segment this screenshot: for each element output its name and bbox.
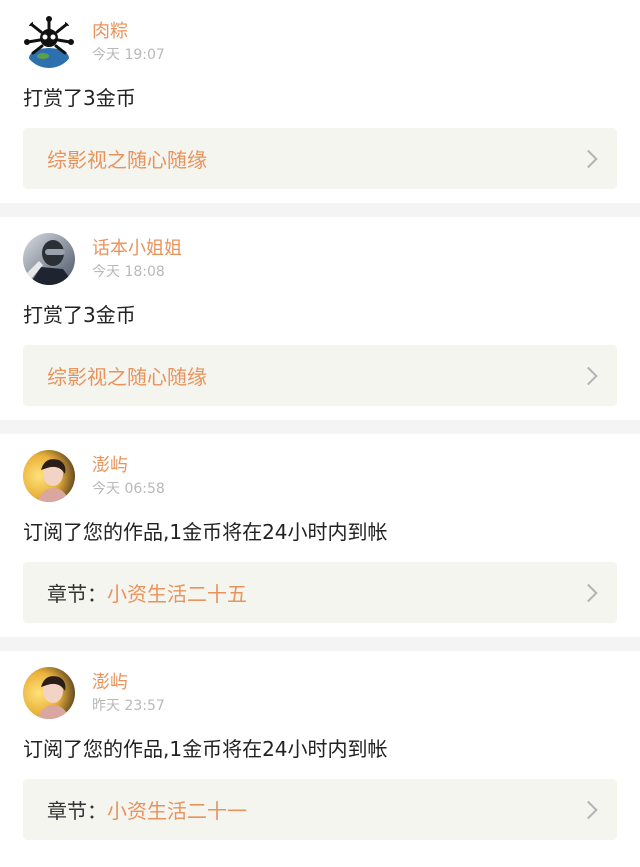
chevron-right-icon bbox=[579, 366, 598, 385]
link-title: 综影视之随心随缘 bbox=[47, 148, 207, 172]
chapter-link[interactable]: 章节： 小资生活二十五 bbox=[23, 562, 617, 623]
avatar[interactable] bbox=[23, 667, 75, 719]
notification-message: 打赏了3金币 bbox=[23, 303, 136, 327]
notification-message: 订阅了您的作品,1金币将在24小时内到帐 bbox=[23, 520, 388, 544]
timestamp: 今天 06:58 bbox=[92, 481, 165, 497]
avatar[interactable] bbox=[23, 16, 75, 68]
work-link[interactable]: 综影视之随心随缘 bbox=[23, 128, 617, 189]
username[interactable]: 澎屿 bbox=[92, 671, 165, 695]
chevron-right-icon bbox=[579, 800, 598, 819]
notification-header: 肉粽 今天 19:07 bbox=[23, 14, 617, 70]
link-prefix: 章节： bbox=[47, 799, 107, 823]
notification-header: 话本小姐姐 今天 18:08 bbox=[23, 231, 617, 287]
username[interactable]: 澎屿 bbox=[92, 454, 165, 478]
notification-item: 话本小姐姐 今天 18:08 打赏了3金币 综影视之随心随缘 bbox=[0, 217, 640, 420]
separator bbox=[0, 637, 640, 651]
chevron-right-icon bbox=[579, 583, 598, 602]
notification-header: 澎屿 今天 06:58 bbox=[23, 448, 617, 504]
username[interactable]: 肉粽 bbox=[92, 20, 165, 44]
notification-message: 打赏了3金币 bbox=[23, 86, 136, 110]
timestamp: 今天 18:08 bbox=[92, 264, 165, 280]
notification-item: 肉粽 今天 19:07 打赏了3金币 综影视之随心随缘 bbox=[0, 0, 640, 203]
notification-feed: 肉粽 今天 19:07 打赏了3金币 综影视之随心随缘 话本小姐姐 今天 18:… bbox=[0, 0, 640, 854]
link-title: 小资生活二十一 bbox=[107, 799, 247, 823]
separator bbox=[0, 203, 640, 217]
chapter-link[interactable]: 章节： 小资生活二十一 bbox=[23, 779, 617, 840]
chevron-right-icon bbox=[579, 149, 598, 168]
notification-header: 澎屿 昨天 23:57 bbox=[23, 665, 617, 721]
notification-item: 澎屿 今天 06:58 订阅了您的作品,1金币将在24小时内到帐 章节： 小资生… bbox=[0, 434, 640, 637]
timestamp: 今天 19:07 bbox=[92, 47, 165, 63]
link-prefix: 章节： bbox=[47, 582, 107, 606]
link-title: 综影视之随心随缘 bbox=[47, 365, 207, 389]
username[interactable]: 话本小姐姐 bbox=[92, 237, 182, 261]
link-title: 小资生活二十五 bbox=[107, 582, 247, 606]
notification-message: 订阅了您的作品,1金币将在24小时内到帐 bbox=[23, 737, 388, 761]
timestamp: 昨天 23:57 bbox=[92, 698, 165, 714]
notification-item: 澎屿 昨天 23:57 订阅了您的作品,1金币将在24小时内到帐 章节： 小资生… bbox=[0, 651, 640, 854]
work-link[interactable]: 综影视之随心随缘 bbox=[23, 345, 617, 406]
separator bbox=[0, 420, 640, 434]
avatar[interactable] bbox=[23, 233, 75, 285]
avatar[interactable] bbox=[23, 450, 75, 502]
